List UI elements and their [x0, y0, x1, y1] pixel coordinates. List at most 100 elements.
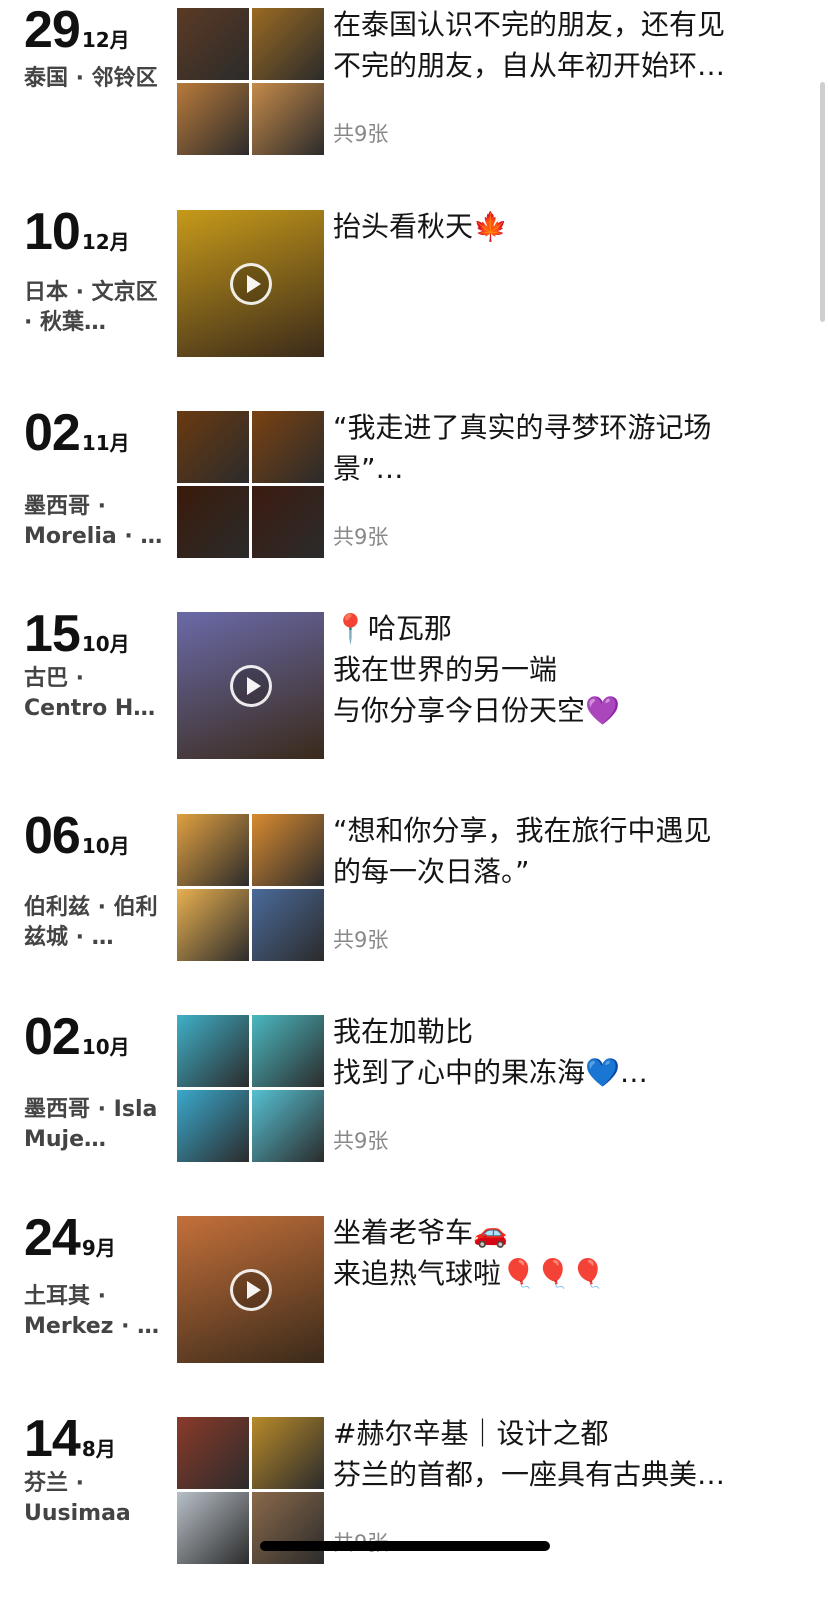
post-location: 芬兰 · Uusimaa [24, 1471, 131, 1526]
photo-thumbnail[interactable] [177, 8, 249, 80]
post-day: 10 [24, 203, 81, 261]
post-text-line: 在泰国认识不完的朋友，还有见 [333, 8, 726, 41]
post-media[interactable] [177, 1015, 324, 1162]
play-icon[interactable] [230, 665, 272, 707]
post-text-line: “想和你分享，我在旅行中遇见 [333, 814, 712, 847]
photo-thumbnail[interactable] [177, 889, 249, 961]
video-thumbnail[interactable] [177, 612, 324, 759]
post-text-line: 芬兰的首都，一座具有古典美… [333, 1458, 726, 1491]
post-text: “我走进了真实的寻梦环游记场 景”… [333, 407, 793, 489]
scrollbar[interactable] [820, 82, 825, 322]
post-month: 12月 [81, 28, 130, 52]
post-month: 10月 [81, 1035, 130, 1059]
post-day: 24 [24, 1209, 81, 1267]
post-date: 02 11月 [24, 403, 130, 463]
post-text-line: 不完的朋友，自从年初开始环… [333, 49, 726, 82]
post-text: 我在加勒比找到了心中的果冻海💙… [333, 1011, 793, 1093]
post-item[interactable]: 29 12月泰国 · 邻铃区 在泰国认识不完的朋友，还有见 不完的朋友，自从年初开始环… [0, 0, 828, 190]
post-text-line: 我在加勒比 [333, 1015, 474, 1048]
post-media[interactable] [177, 8, 324, 155]
post-item[interactable]: 14 8月 芬兰 · Uusimaa #赫尔辛基｜设计之都芬兰的首都，一座具有古典美…… [0, 1409, 828, 1599]
post-date: 24 9月 [24, 1208, 116, 1268]
post-item[interactable]: 10 12月日本 · 文京区 · 秋葉… 抬头看秋天🍁 [0, 202, 828, 392]
post-text-line: 的每一次日落。” [333, 855, 530, 888]
post-day: 02 [24, 404, 81, 462]
post-item[interactable]: 02 10月墨西哥 · Isla Muje… 我在加勒比找到了心中的果冻海💙… 共9张 [0, 1007, 828, 1197]
post-date: 02 10月 [24, 1007, 130, 1067]
photo-thumbnail[interactable] [177, 411, 249, 483]
post-text-line: 📍哈瓦那 [333, 612, 452, 645]
post-month: 12月 [81, 230, 130, 254]
post-day: 06 [24, 807, 81, 865]
photo-thumbnail[interactable] [252, 411, 324, 483]
photo-thumbnail[interactable] [252, 814, 324, 886]
post-text-line: 坐着老爷车🚗 [333, 1216, 508, 1249]
post-date: 15 10月 [24, 604, 130, 664]
home-indicator [260, 1541, 550, 1551]
post-day: 29 [24, 1, 81, 59]
post-text-line: 我在世界的另一端 [333, 653, 558, 686]
photo-count: 共9张 [333, 122, 389, 146]
post-text-line: #赫尔辛基｜设计之都 [333, 1417, 609, 1450]
post-item[interactable]: 02 11月墨西哥 · Morelia · … “我走进了真实的寻梦环游记场 景”… 共… [0, 403, 828, 593]
photo-thumbnail[interactable] [177, 1492, 249, 1564]
post-item[interactable]: 06 10月伯利兹 · 伯利兹城 · … “想和你分享，我在旅行中遇见 的每一次日落。… [0, 806, 828, 996]
post-date: 29 12月 [24, 0, 130, 60]
photo-thumbnail[interactable] [252, 889, 324, 961]
post-location: 泰国 · 邻铃区 [24, 66, 158, 91]
post-text-line: 来追热气球啦🎈🎈🎈 [333, 1257, 606, 1290]
photo-thumbnail[interactable] [252, 8, 324, 80]
post-date: 10 12月 [24, 202, 130, 262]
photo-thumbnail[interactable] [252, 83, 324, 155]
post-location: 墨西哥 · Morelia · … [24, 494, 163, 549]
photo-thumbnail[interactable] [252, 1015, 324, 1087]
post-media[interactable] [177, 612, 324, 759]
photo-thumbnail[interactable] [252, 1090, 324, 1162]
post-month: 9月 [81, 1236, 116, 1260]
post-text: 抬头看秋天🍁 [333, 206, 793, 247]
post-month: 10月 [81, 632, 130, 656]
post-location: 古巴 · Centro H… [24, 666, 156, 721]
play-icon[interactable] [230, 263, 272, 305]
photo-thumbnail[interactable] [252, 1417, 324, 1489]
post-media[interactable] [177, 1216, 324, 1363]
photo-thumbnail[interactable] [177, 814, 249, 886]
photo-thumbnail[interactable] [177, 83, 249, 155]
video-thumbnail[interactable] [177, 210, 324, 357]
photo-count: 共9张 [333, 525, 389, 549]
post-month: 8月 [81, 1437, 116, 1461]
post-location: 伯利兹 · 伯利兹城 · … [24, 895, 158, 950]
photo-count: 共9张 [333, 1129, 389, 1153]
post-text-line: 找到了心中的果冻海💙… [333, 1056, 648, 1089]
photo-thumbnail[interactable] [252, 486, 324, 558]
post-item[interactable]: 15 10月 古巴 · Centro H… 📍哈瓦那 我在世界的另一端 与你分享今日份天空… [0, 604, 828, 794]
post-text-line: 景”… [333, 452, 404, 485]
post-item[interactable]: 24 9月土耳其 · Merkez · … 坐着老爷车🚗 来追热气球啦🎈🎈🎈 [0, 1208, 828, 1398]
post-day: 02 [24, 1008, 81, 1066]
post-text: 📍哈瓦那我在世界的另一端与你分享今日份天空💜 [333, 608, 793, 731]
post-month: 10月 [81, 834, 130, 858]
video-thumbnail[interactable] [177, 1216, 324, 1363]
play-icon[interactable] [230, 1269, 272, 1311]
post-date: 14 8月 [24, 1409, 116, 1469]
post-location: 墨西哥 · Isla Muje… [24, 1097, 158, 1152]
photo-thumbnail[interactable] [252, 1492, 324, 1564]
post-text: 坐着老爷车🚗 来追热气球啦🎈🎈🎈 [333, 1212, 793, 1294]
post-text-line: 抬头看秋天🍁 [333, 210, 508, 243]
post-text: 在泰国认识不完的朋友，还有见 不完的朋友，自从年初开始环… [333, 4, 793, 86]
post-text: “想和你分享，我在旅行中遇见 的每一次日落。” [333, 810, 793, 892]
post-media[interactable] [177, 411, 324, 558]
post-location: 日本 · 文京区 · 秋葉… [24, 280, 158, 335]
post-month: 11月 [81, 431, 130, 455]
post-date: 06 10月 [24, 806, 130, 866]
post-location: 土耳其 · Merkez · … [24, 1284, 160, 1339]
post-media[interactable] [177, 814, 324, 961]
photo-thumbnail[interactable] [177, 486, 249, 558]
photo-thumbnail[interactable] [177, 1090, 249, 1162]
post-media[interactable] [177, 210, 324, 357]
post-text: #赫尔辛基｜设计之都芬兰的首都，一座具有古典美… [333, 1413, 793, 1495]
post-day: 15 [24, 605, 81, 663]
photo-thumbnail[interactable] [177, 1417, 249, 1489]
post-text-line: 与你分享今日份天空💜 [333, 694, 620, 727]
photo-thumbnail[interactable] [177, 1015, 249, 1087]
